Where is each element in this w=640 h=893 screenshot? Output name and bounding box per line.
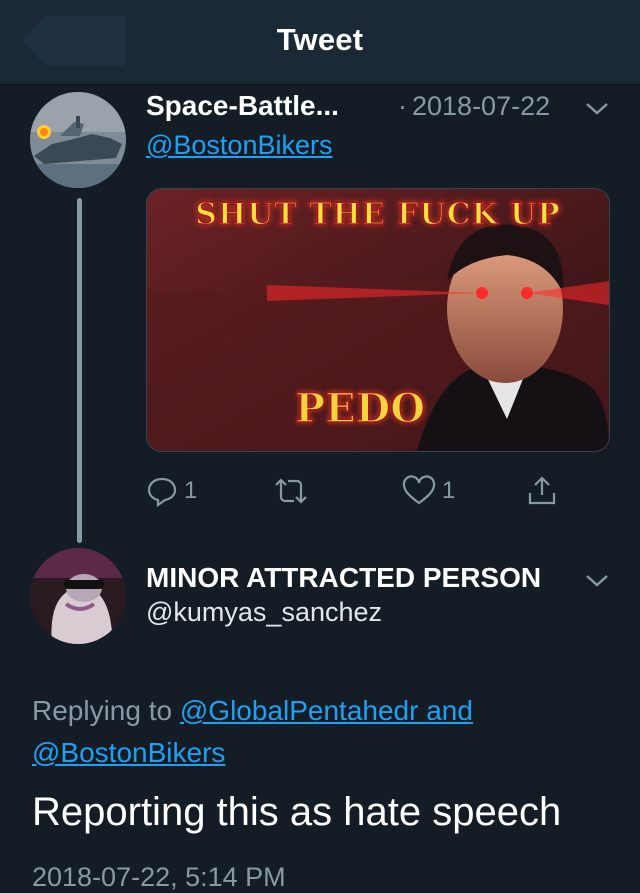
user-handle[interactable]: @kumyas_sanchez xyxy=(146,597,382,628)
heart-icon xyxy=(402,475,436,505)
like-button[interactable]: 1 xyxy=(402,474,455,508)
avatar[interactable] xyxy=(30,92,126,188)
tweet-separator: · xyxy=(398,91,407,121)
chevron-down-icon[interactable] xyxy=(584,572,610,590)
display-name[interactable]: MINOR ATTRACTED PERSON xyxy=(146,562,541,594)
tweet-text: Reporting this as hate speech xyxy=(32,790,562,834)
reply-count: 1 xyxy=(184,477,198,504)
replying-to-user-link[interactable]: @BostonBikers xyxy=(32,737,225,768)
share-button[interactable] xyxy=(526,474,558,508)
thread-connector-line xyxy=(77,198,82,543)
share-icon xyxy=(528,476,556,505)
reply-button[interactable]: 1 xyxy=(146,474,197,508)
replying-to-context: Replying to @GlobalPentahedr and @Boston… xyxy=(32,690,612,774)
like-count: 1 xyxy=(442,477,456,504)
display-name[interactable]: Space-Battle... xyxy=(146,90,339,122)
meme-top-text: SHUT THE FUCK UP xyxy=(195,196,561,233)
top-bar: Tweet xyxy=(0,0,640,85)
retweet-icon xyxy=(275,478,307,504)
avatar[interactable] xyxy=(30,548,126,644)
replying-to-label: Replying to xyxy=(32,695,173,726)
retweet-button[interactable] xyxy=(272,474,310,508)
replying-to-users-link[interactable]: @GlobalPentahedr and xyxy=(180,695,473,726)
tweet-date[interactable]: 2018-07-22 xyxy=(412,91,550,122)
chevron-down-icon[interactable] xyxy=(584,100,610,118)
battleship-avatar-icon xyxy=(30,92,126,188)
meme-bottom-text: PEDO xyxy=(294,384,426,433)
pigeon-avatar-icon xyxy=(30,548,126,644)
tweet-media-image[interactable]: SHUT THE FUCK UP PEDO xyxy=(146,188,610,452)
page-title: Tweet xyxy=(276,22,364,57)
reply-icon xyxy=(147,477,177,507)
user-handle[interactable]: @BostonBikers xyxy=(146,130,332,161)
tweet-timestamp: 2018-07-22, 5:14 PM xyxy=(32,862,286,892)
